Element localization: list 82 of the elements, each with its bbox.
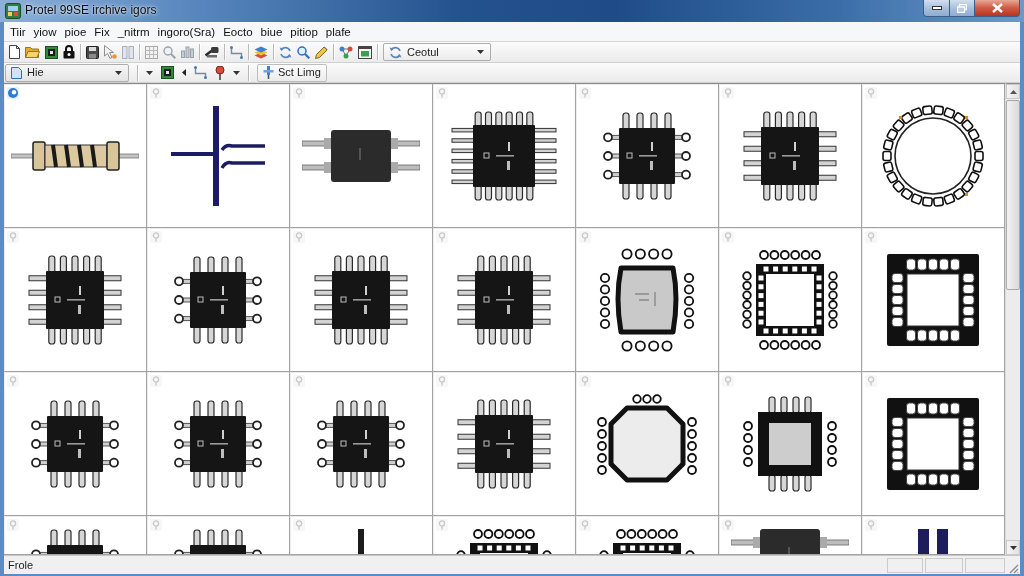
footprint-tile[interactable] bbox=[4, 372, 147, 516]
menu-item[interactable]: ingoro(Sra) bbox=[153, 22, 220, 41]
menu-item[interactable]: biue bbox=[256, 22, 287, 41]
footprint-tile[interactable] bbox=[433, 228, 576, 372]
toolbar-button[interactable]: Sct Limg bbox=[257, 63, 327, 82]
close-icon bbox=[991, 3, 1003, 13]
caret-icon[interactable] bbox=[146, 70, 153, 75]
caret-up-icon bbox=[1009, 89, 1017, 94]
scrollbar-thumb[interactable] bbox=[1006, 100, 1020, 290]
menu-item[interactable]: pitiop bbox=[286, 22, 322, 41]
wrench-icon[interactable] bbox=[205, 46, 219, 58]
layer-combo[interactable]: Hie bbox=[5, 63, 129, 82]
window-icon[interactable] bbox=[358, 45, 372, 59]
document-icon[interactable] bbox=[9, 45, 20, 59]
footprint-tile[interactable] bbox=[290, 228, 433, 372]
wire-icon[interactable] bbox=[230, 45, 243, 59]
footprint-tile[interactable] bbox=[576, 516, 719, 555]
footprint-tile[interactable] bbox=[719, 516, 862, 555]
app-icon bbox=[5, 3, 21, 19]
footprint-tile[interactable] bbox=[576, 228, 719, 372]
footprint-tile[interactable] bbox=[147, 372, 290, 516]
footprint-tile[interactable] bbox=[4, 228, 147, 372]
footprint-tile[interactable] bbox=[433, 84, 576, 228]
scroll-down-button[interactable] bbox=[1006, 540, 1020, 555]
caret-icon bbox=[115, 70, 122, 75]
bar-drawing bbox=[918, 529, 948, 554]
footprint-tile[interactable] bbox=[290, 372, 433, 516]
status-text: Frole bbox=[8, 557, 34, 573]
close-button[interactable] bbox=[975, 0, 1020, 17]
padlock-icon[interactable] bbox=[63, 45, 75, 59]
footprint-tile[interactable] bbox=[4, 516, 147, 555]
menu-item[interactable]: Tiir bbox=[6, 22, 30, 41]
menu-item[interactable]: yiow bbox=[29, 22, 61, 41]
network-icon[interactable] bbox=[339, 45, 353, 59]
footprint-tile[interactable] bbox=[719, 372, 862, 516]
scroll-up-button[interactable] bbox=[1006, 84, 1020, 99]
menu-item[interactable]: _nitrm bbox=[113, 22, 154, 41]
probe-icon bbox=[263, 66, 274, 79]
menu-item[interactable]: Eocto bbox=[219, 22, 257, 41]
footprint-tile[interactable] bbox=[576, 84, 719, 228]
pin-icon[interactable] bbox=[215, 65, 225, 80]
footprint-tile[interactable] bbox=[433, 372, 576, 516]
menu-item[interactable]: plafe bbox=[321, 22, 355, 41]
footprint-tile[interactable] bbox=[719, 228, 862, 372]
restore-icon bbox=[957, 3, 967, 13]
board-icon[interactable] bbox=[161, 66, 174, 79]
footprint-tile[interactable] bbox=[433, 516, 576, 555]
caret-icon bbox=[477, 50, 484, 54]
footprint-tile[interactable] bbox=[147, 84, 290, 228]
footprint-tile[interactable] bbox=[290, 516, 433, 555]
menu-item[interactable]: pioe bbox=[60, 22, 91, 41]
footprint-tile[interactable] bbox=[719, 84, 862, 228]
menu-item[interactable]: Fix bbox=[90, 22, 114, 41]
resize-grip-icon[interactable] bbox=[1008, 563, 1019, 574]
minimize-button[interactable] bbox=[923, 0, 950, 17]
footprint-tile[interactable] bbox=[862, 84, 1005, 228]
layers-icon[interactable] bbox=[254, 45, 268, 59]
board-icon[interactable] bbox=[45, 45, 58, 59]
footprint-tile[interactable] bbox=[862, 228, 1005, 372]
footprint-tile[interactable] bbox=[862, 372, 1005, 516]
view-dropdown[interactable]: Ceotul bbox=[383, 43, 491, 61]
caret-down-icon bbox=[1009, 545, 1017, 550]
triangle-left-icon[interactable] bbox=[182, 69, 186, 76]
minimize-icon bbox=[931, 6, 942, 10]
restore-button[interactable] bbox=[950, 0, 975, 17]
folder-icon[interactable] bbox=[25, 46, 40, 58]
refresh-icon bbox=[389, 45, 402, 59]
footprint-tile[interactable] bbox=[147, 516, 290, 555]
caret-icon[interactable] bbox=[233, 70, 240, 75]
footprint-tile[interactable] bbox=[576, 372, 719, 516]
pencil-icon[interactable] bbox=[315, 45, 328, 59]
stem-drawing bbox=[358, 529, 364, 554]
footprint-tile[interactable] bbox=[862, 516, 1005, 555]
footprint-tile[interactable] bbox=[290, 84, 433, 228]
footprint-tile[interactable] bbox=[147, 228, 290, 372]
refresh-icon[interactable] bbox=[279, 45, 292, 59]
wire-icon[interactable] bbox=[194, 66, 207, 79]
search-icon[interactable] bbox=[297, 45, 310, 59]
pointer-icon[interactable] bbox=[104, 45, 117, 59]
footprint-tile[interactable] bbox=[4, 84, 147, 228]
page-icon bbox=[11, 66, 22, 79]
window-title: Protel 99SE irchive igors bbox=[25, 2, 157, 19]
